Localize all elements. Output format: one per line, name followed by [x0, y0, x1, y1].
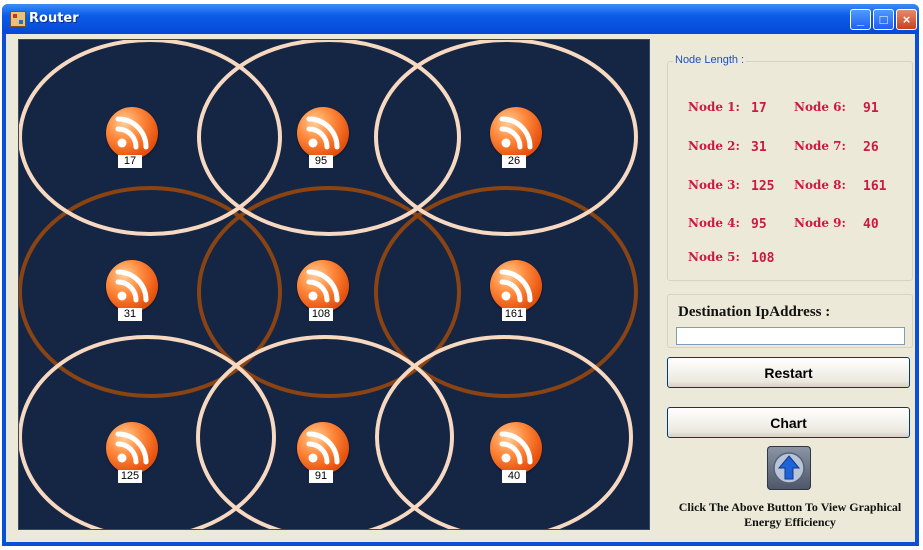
title-bar[interactable]: Router _ □ × — [2, 4, 919, 34]
rss-icon — [106, 107, 158, 159]
network-canvas: 17 95 26 31 108 161 125 91 40 — [18, 39, 650, 530]
node-length-value: 161 — [863, 179, 887, 194]
rss-icon — [297, 107, 349, 159]
node-length-label: Node 9: — [794, 216, 846, 230]
node-length-value: 108 — [751, 251, 775, 266]
node-length-value: 26 — [863, 140, 879, 155]
window-title: Router — [29, 11, 79, 26]
node-length-value: 40 — [863, 217, 879, 232]
router-node-label: 40 — [502, 470, 526, 483]
chart-button[interactable]: Chart — [667, 407, 910, 438]
router-node-label: 91 — [309, 470, 333, 483]
router-node[interactable]: 95 — [296, 107, 352, 168]
rss-icon — [490, 422, 542, 474]
rss-icon — [490, 260, 542, 312]
node-length-group — [667, 61, 913, 281]
router-node-label: 26 — [502, 155, 526, 168]
node-length-label: Node 6: — [794, 100, 846, 114]
node-length-title: Node Length : — [673, 54, 747, 66]
graph-hint-text: Click The Above Button To View Graphical… — [678, 500, 902, 529]
app-icon — [10, 11, 26, 27]
node-length-label: Node 8: — [794, 178, 846, 192]
maximize-button[interactable]: □ — [873, 9, 894, 30]
minimize-button[interactable]: _ — [850, 9, 871, 30]
router-node[interactable]: 26 — [489, 107, 545, 168]
router-node-label: 161 — [502, 308, 526, 321]
router-node[interactable]: 40 — [489, 422, 545, 483]
node-length-label: Node 4: — [688, 216, 740, 230]
rss-icon — [297, 260, 349, 312]
destination-label: Destination IpAddress : — [678, 304, 831, 320]
router-node-label: 95 — [309, 155, 333, 168]
rss-icon — [106, 260, 158, 312]
node-length-value: 125 — [751, 179, 775, 194]
up-arrow-icon — [773, 452, 805, 484]
rss-icon — [490, 107, 542, 159]
node-length-value: 91 — [863, 101, 879, 116]
router-node[interactable]: 161 — [489, 260, 545, 321]
router-node-label: 125 — [118, 470, 142, 483]
client-area: 17 95 26 31 108 161 125 91 40 Node Length : Dest… — [6, 34, 915, 542]
node-length-value: 95 — [751, 217, 767, 232]
node-length-label: Node 2: — [688, 139, 740, 153]
router-node[interactable]: 108 — [296, 260, 352, 321]
router-node-label: 31 — [118, 308, 142, 321]
destination-ip-input[interactable] — [676, 327, 905, 345]
node-length-label: Node 7: — [794, 139, 846, 153]
router-window: Router _ □ × 17 95 26 31 108 161 125 91 … — [2, 4, 919, 546]
router-node-label: 108 — [309, 308, 333, 321]
router-node[interactable]: 31 — [105, 260, 161, 321]
router-node[interactable]: 17 — [105, 107, 161, 168]
node-length-value: 17 — [751, 101, 767, 116]
restart-button[interactable]: Restart — [667, 357, 910, 388]
node-length-value: 31 — [751, 140, 767, 155]
node-length-label: Node 1: — [688, 100, 740, 114]
router-node[interactable]: 125 — [105, 422, 161, 483]
router-node[interactable]: 91 — [296, 422, 352, 483]
router-node-label: 17 — [118, 155, 142, 168]
graph-button[interactable] — [767, 446, 811, 490]
node-length-label: Node 5: — [688, 250, 740, 264]
rss-icon — [297, 422, 349, 474]
close-button[interactable]: × — [896, 9, 917, 30]
rss-icon — [106, 422, 158, 474]
node-length-label: Node 3: — [688, 178, 740, 192]
